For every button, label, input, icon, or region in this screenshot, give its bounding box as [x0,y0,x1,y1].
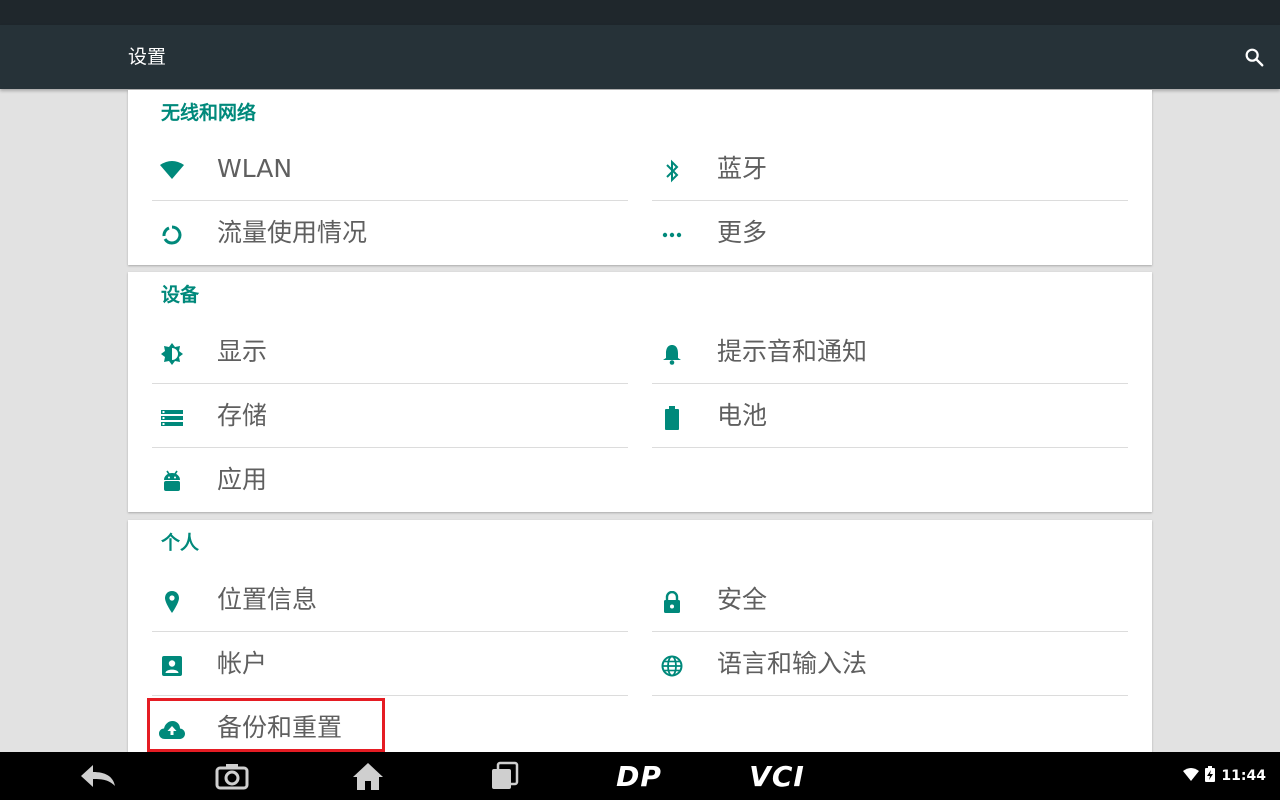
setting-item-label: 语言和输入法 [717,649,868,678]
setting-item-label: 应用 [217,465,268,494]
setting-item-apps[interactable]: 应用 [152,448,628,512]
search-icon[interactable] [1240,43,1268,71]
bluetooth-icon [658,157,686,185]
setting-item-sound-notifications[interactable]: 提示音和通知 [652,320,1128,384]
setting-item-more[interactable]: 更多 [652,201,1128,265]
setting-item-label: 电池 [717,401,768,430]
setting-item-label: 蓝牙 [717,154,768,183]
page-title: 设置 [128,46,167,68]
section-device: 设备 显示 提示音和通知 存储 电池 应用 [128,272,1152,512]
back-button[interactable] [76,756,120,796]
section-header: 无线和网络 [161,102,257,124]
globe-icon [658,652,686,680]
wifi-status-icon [1183,767,1200,786]
battery-icon [658,404,686,432]
setting-item-security[interactable]: 安全 [652,568,1128,632]
location-icon [158,588,186,616]
section-personal: 个人 位置信息 安全 帐户 语言和输入法 备份和重置 [128,520,1152,752]
divider [652,447,1128,448]
setting-item-label: 显示 [217,337,268,366]
app-bar: 设置 [0,25,1280,89]
setting-item-wlan[interactable]: WLAN [152,137,628,201]
setting-item-accounts[interactable]: 帐户 [152,632,628,696]
home-button[interactable] [348,756,388,796]
wifi-icon [158,157,186,185]
setting-item-label: 存储 [217,401,268,430]
lock-icon [658,588,686,616]
setting-item-label: 帐户 [217,649,268,678]
recent-apps-button[interactable] [486,756,522,796]
setting-item-label: 提示音和通知 [717,337,868,366]
section-header: 设备 [161,284,200,306]
setting-item-label: 备份和重置 [217,713,343,742]
camera-button[interactable] [212,756,252,796]
section-wireless-networks: 无线和网络 WLAN 蓝牙 流量使用情况 更多 [128,90,1152,265]
battery-charging-icon [1205,766,1216,786]
setting-item-battery[interactable]: 电池 [652,384,1128,448]
android-icon [158,468,186,496]
setting-item-storage[interactable]: 存储 [152,384,628,448]
setting-item-bluetooth[interactable]: 蓝牙 [652,137,1128,201]
setting-item-language-input[interactable]: 语言和输入法 [652,632,1128,696]
setting-item-label: 更多 [717,218,768,247]
setting-item-label: WLAN [217,154,293,183]
data-usage-icon [158,221,186,249]
system-tray: 11:44 [1183,752,1266,800]
vci-logo: VCI [749,759,805,793]
vci-button[interactable]: VCI [742,756,812,796]
setting-item-location[interactable]: 位置信息 [152,568,628,632]
cloud-upload-icon [158,716,186,744]
storage-icon [158,404,186,432]
status-bar [0,0,1280,25]
section-header: 个人 [161,532,200,554]
brightness-icon [158,340,186,368]
setting-item-label: 流量使用情况 [217,218,368,247]
setting-item-backup-reset[interactable]: 备份和重置 [152,696,628,760]
more-icon [658,221,686,249]
divider [652,695,1128,696]
setting-item-label: 安全 [717,585,768,614]
clock: 11:44 [1221,768,1266,784]
setting-item-data-usage[interactable]: 流量使用情况 [152,201,628,265]
dp-logo: DP [616,759,662,793]
setting-item-display[interactable]: 显示 [152,320,628,384]
navigation-bar: DP VCI 11:44 [0,752,1280,800]
dp-button[interactable]: DP [606,756,672,796]
bell-icon [658,340,686,368]
setting-item-label: 位置信息 [217,585,318,614]
account-icon [158,652,186,680]
